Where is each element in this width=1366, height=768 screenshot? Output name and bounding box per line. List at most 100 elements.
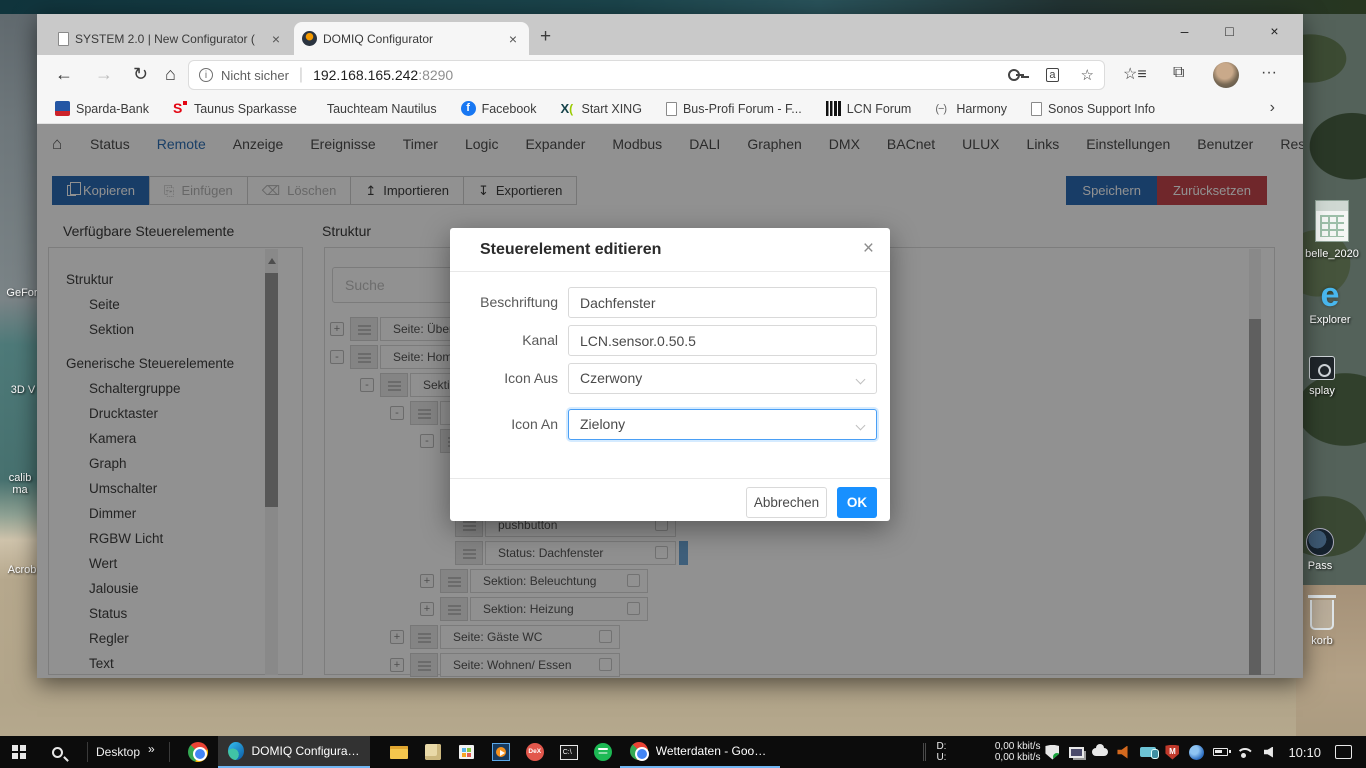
tray-icon[interactable] — [1136, 736, 1160, 768]
add-favorite-icon[interactable]: ☆ — [1081, 66, 1094, 84]
taskbar: Desktop » DOMIQ Configurator ... — [0, 736, 1366, 768]
tray-icon[interactable] — [1112, 736, 1136, 768]
tray-icon[interactable] — [1184, 736, 1208, 768]
field-label-beschriftung: Beschriftung — [458, 287, 558, 318]
icon-aus-select[interactable]: Czerwony — [568, 363, 877, 394]
ok-button[interactable]: OK — [837, 487, 877, 518]
browser-menu-icon[interactable]: ··· — [1261, 64, 1277, 82]
bookmark[interactable]: Taunus Sparkasse — [173, 101, 297, 116]
tray-icon[interactable] — [1160, 736, 1184, 768]
dialog-close-icon[interactable]: × — [863, 238, 874, 260]
browser-window: SYSTEM 2.0 | New Configurator ( × DOMIQ … — [37, 14, 1303, 678]
desktop-icon-display[interactable]: splay — [1296, 356, 1348, 397]
profile-avatar[interactable] — [1213, 62, 1239, 88]
desktop-toolbar-chevron[interactable]: » — [148, 742, 155, 756]
network-meter[interactable]: D:0,00 kbit/s U:0,00 kbit/s — [936, 741, 1040, 763]
back-icon[interactable]: ← — [55, 63, 73, 85]
browser-tab-active[interactable]: DOMIQ Configurator × — [294, 22, 529, 55]
desktop-icon-label-3d[interactable]: 3D V — [6, 384, 40, 396]
tray-icon[interactable] — [1256, 736, 1280, 768]
edge-task-button[interactable]: DOMIQ Configurator ... — [218, 736, 370, 768]
tray-icon[interactable] — [1208, 736, 1232, 768]
taskbar-app-icon[interactable] — [552, 736, 586, 768]
bookmark[interactable]: Sonos Support Info — [1031, 102, 1155, 116]
desktop-icon-label-acrobat[interactable]: Acrob — [2, 564, 42, 576]
translate-icon[interactable]: a — [1046, 68, 1058, 82]
browser-tab-inactive[interactable]: SYSTEM 2.0 | New Configurator ( × — [50, 22, 292, 55]
desktop-icon-recycle-bin[interactable]: korb — [1296, 600, 1348, 647]
field-label-icon-an: Icon An — [458, 409, 558, 440]
new-tab-button[interactable]: + — [540, 26, 551, 48]
bookmark-label: Sparda-Bank — [76, 102, 149, 116]
cancel-button[interactable]: Abbrechen — [746, 487, 827, 518]
taskbar-app-icon[interactable] — [484, 736, 518, 768]
password-key-icon[interactable] — [1008, 67, 1024, 83]
tray-icon[interactable] — [1088, 736, 1112, 768]
favorites-hub-icon[interactable]: ☆≡ — [1123, 64, 1147, 84]
bookmark-icon — [561, 101, 576, 116]
dialog-title: Steuerelement editieren — [480, 241, 661, 259]
recycle-bin-icon — [1310, 600, 1334, 630]
desktop-toolbar-label[interactable]: Desktop — [96, 745, 140, 759]
bookmark-icon — [173, 101, 188, 116]
bookmark[interactable]: Tauchteam Nautilus — [321, 101, 437, 116]
bookmark[interactable]: LCN Forum — [826, 101, 912, 116]
kanal-input[interactable] — [568, 325, 877, 356]
security-label: Nicht sicher — [221, 68, 289, 83]
window-controls: – □ × — [1162, 14, 1297, 48]
action-center-icon[interactable] — [1335, 745, 1352, 759]
chrome-icon[interactable] — [188, 742, 208, 762]
beschriftung-input[interactable] — [568, 287, 877, 318]
home-icon[interactable]: ⌂ — [165, 63, 176, 85]
desktop-icon-label: splay — [1296, 385, 1348, 397]
bookmark[interactable]: Harmony — [935, 101, 1007, 116]
taskbar-search-icon[interactable] — [52, 747, 63, 758]
bookmark[interactable]: Start XING — [561, 101, 642, 116]
desktop-icon-label: belle_2020 — [1304, 248, 1360, 260]
address-bar[interactable]: i Nicht sicher | 192.168.165.242 :8290 a… — [188, 60, 1105, 90]
bookmarks-overflow-icon[interactable]: › — [1270, 99, 1275, 117]
minimize-button[interactable]: – — [1162, 14, 1207, 48]
bookmark[interactable]: Facebook — [461, 101, 537, 116]
taskbar-app-icon[interactable] — [450, 736, 484, 768]
desktop-icon-explorer[interactable]: e Explorer — [1300, 278, 1360, 326]
bookmark-icon — [1031, 102, 1042, 116]
bookmark-label: LCN Forum — [847, 102, 912, 116]
system-tray — [1040, 736, 1280, 768]
desktop-icon-label-calibration[interactable]: calib ma — [4, 472, 36, 496]
taskbar-clock[interactable]: 10:10 — [1288, 745, 1321, 760]
bookmark-label: Taunus Sparkasse — [194, 102, 297, 116]
tray-icon[interactable] — [1040, 736, 1064, 768]
web-content: ⌂ Status Remote Anzeige Ereignisse Timer… — [37, 124, 1303, 678]
bookmark-label: Facebook — [482, 102, 537, 116]
maximize-button[interactable]: □ — [1207, 14, 1252, 48]
url-port: :8290 — [418, 67, 453, 83]
bookmark-icon — [55, 101, 70, 116]
taskbar-app-icon[interactable] — [518, 736, 552, 768]
taskbar-app-icon[interactable] — [586, 736, 620, 768]
tray-icon[interactable] — [1232, 736, 1256, 768]
tray-divider — [923, 743, 926, 761]
reload-icon[interactable]: ↻ — [133, 63, 148, 85]
desktop-icon-label-geforce[interactable]: GeFor — [2, 287, 42, 299]
tab-title: DOMIQ Configurator — [323, 32, 499, 46]
bookmark-label: Start XING — [582, 102, 642, 116]
desktop-icon-excel[interactable]: belle_2020 — [1304, 200, 1360, 260]
taskbar-app-icon[interactable] — [382, 736, 416, 768]
tray-icon[interactable] — [1064, 736, 1088, 768]
icon-an-select[interactable]: Zielony — [568, 409, 877, 440]
close-button[interactable]: × — [1252, 14, 1297, 48]
download-speed: 0,00 kbit/s — [995, 741, 1041, 752]
forward-icon[interactable]: → — [95, 63, 113, 85]
site-info-icon[interactable]: i — [199, 68, 213, 82]
bookmark[interactable]: Sparda-Bank — [55, 101, 149, 116]
bookmark[interactable]: Bus-Profi Forum - F... — [666, 102, 802, 116]
tab-close-icon[interactable]: × — [505, 31, 521, 47]
tab-close-icon[interactable]: × — [268, 31, 284, 47]
start-button-icon[interactable] — [12, 745, 26, 759]
chrome-task-button[interactable]: Wetterdaten - Google... — [620, 736, 780, 768]
desktop-icon-label: korb — [1296, 635, 1348, 647]
edit-control-dialog: Steuerelement editieren × Beschriftung K… — [450, 228, 890, 521]
collections-icon[interactable]: ⧉ — [1173, 64, 1184, 82]
taskbar-app-icon[interactable] — [416, 736, 450, 768]
